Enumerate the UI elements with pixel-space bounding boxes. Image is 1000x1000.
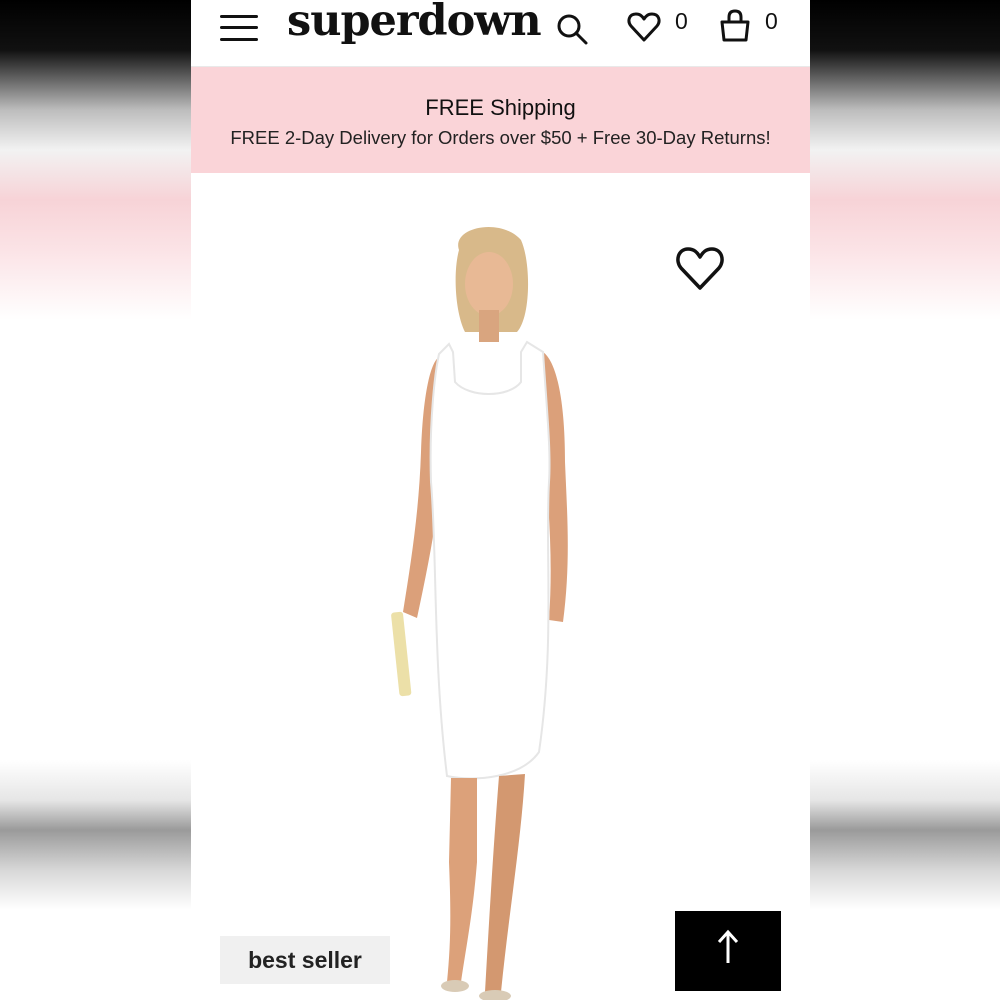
scroll-to-top-button[interactable] [675, 911, 781, 991]
promo-banner[interactable]: FREE Shipping FREE 2-Day Delivery for Or… [191, 67, 810, 173]
top-navigation-bar: superdown 0 0 [191, 0, 810, 67]
bag-count: 0 [765, 8, 778, 34]
wishlist-count: 0 [675, 8, 688, 34]
arrow-up-icon [717, 929, 739, 963]
promo-subtitle: FREE 2-Day Delivery for Orders over $50 … [230, 127, 771, 148]
backdrop-left [0, 0, 191, 1000]
favorite-heart-icon[interactable] [675, 244, 725, 292]
brand-logo[interactable]: superdown [287, 0, 542, 46]
heart-icon[interactable] [627, 10, 661, 44]
product-image-area[interactable]: best seller [191, 174, 810, 1000]
shopping-bag-icon[interactable] [718, 9, 752, 43]
search-icon[interactable] [555, 12, 589, 46]
best-seller-badge: best seller [220, 936, 390, 984]
mobile-screen: superdown 0 0 FREE Shipping FREE 2-Day D… [191, 0, 810, 1000]
product-photo[interactable] [381, 222, 601, 1000]
promo-title: FREE Shipping [425, 95, 576, 120]
backdrop-right [809, 0, 1000, 1000]
menu-icon[interactable] [220, 13, 258, 43]
